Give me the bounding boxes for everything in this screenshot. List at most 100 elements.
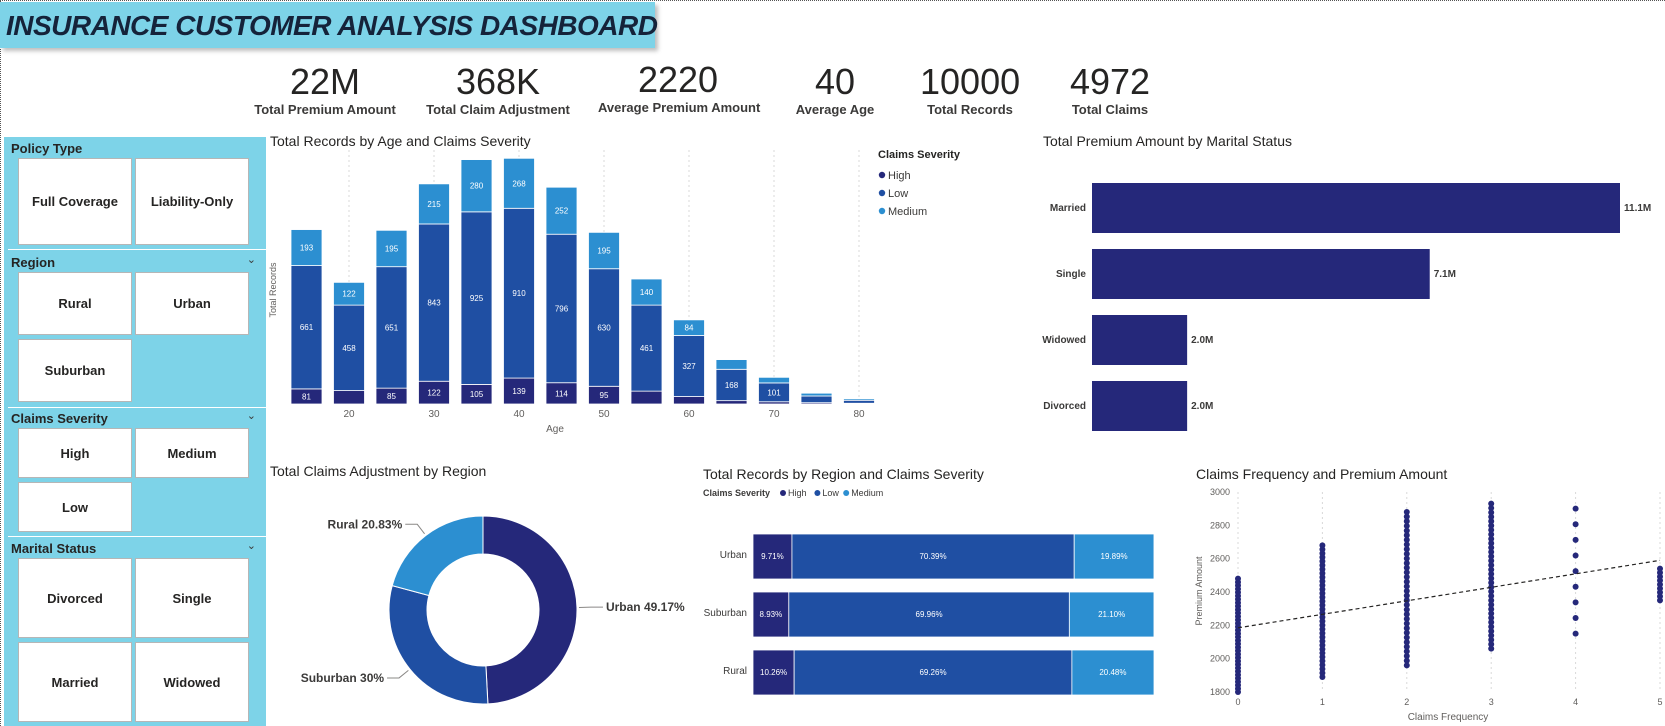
data-label: 85 bbox=[387, 392, 396, 401]
data-label: 19.89% bbox=[1101, 552, 1128, 561]
filter-panel: Policy Type Full Coverage Liability-Only… bbox=[4, 137, 266, 726]
slice-label: Urban 49.17% bbox=[606, 600, 685, 614]
chart-title-claims-adj-region: Total Claims Adjustment by Region bbox=[270, 463, 487, 479]
scatter-point bbox=[1572, 521, 1579, 528]
data-label: 168 bbox=[725, 381, 739, 390]
category-label: Widowed bbox=[1042, 335, 1086, 346]
legend-item: Low bbox=[822, 488, 839, 498]
kpi-label: Average Age bbox=[795, 102, 875, 117]
slicer-option-divorced[interactable]: Divorced bbox=[18, 558, 132, 638]
slicer-option-urban[interactable]: Urban bbox=[135, 272, 249, 335]
kpi-value: 40 bbox=[814, 61, 856, 102]
kpi-label: Total Claim Adjustment bbox=[426, 102, 570, 117]
data-label: 114 bbox=[555, 389, 568, 398]
scatter-point bbox=[1235, 575, 1241, 582]
kpi-value: 368K bbox=[455, 61, 541, 102]
dashboard-title: INSURANCE CUSTOMER ANALYSIS DASHBOARD bbox=[6, 10, 658, 41]
legend-marker bbox=[843, 490, 850, 496]
data-label: 122 bbox=[427, 389, 441, 398]
data-label: 70.39% bbox=[919, 552, 946, 561]
category-label: Suburban bbox=[704, 608, 747, 619]
scatter-point bbox=[1319, 542, 1326, 549]
kpi-total-premium: 22M Total Premium Amount bbox=[250, 60, 400, 117]
x-tick-label: 30 bbox=[428, 409, 440, 420]
chart-title-age-severity: Total Records by Age and Claims Severity bbox=[270, 133, 531, 149]
donut-slice bbox=[388, 585, 489, 705]
data-label: 21.10% bbox=[1098, 610, 1125, 619]
x-tick-label: 2 bbox=[1404, 697, 1409, 707]
legend-marker bbox=[780, 490, 786, 496]
freq-premium-scatter: 1800 2000 2200 2400 2600 2800 3000 0 1 2 3 4 5 Claims… bbox=[1194, 487, 1663, 723]
data-label: 101 bbox=[767, 388, 781, 397]
chevron-down-icon[interactable]: ⌄ bbox=[247, 253, 256, 266]
y-tick-label: 2600 bbox=[1210, 554, 1230, 564]
kpi-value: 2220 bbox=[637, 59, 719, 100]
donut-slice bbox=[391, 515, 484, 597]
claims-adj-region-donut: Urban 49.17% Suburban 30% Rural 20.83% bbox=[301, 515, 685, 705]
data-label: 95 bbox=[600, 391, 609, 400]
slicer-option-low[interactable]: Low bbox=[18, 482, 132, 532]
data-label: 651 bbox=[385, 323, 399, 332]
slice-label: Suburban 30% bbox=[301, 671, 385, 685]
slicer-option-suburban[interactable]: Suburban bbox=[18, 339, 132, 402]
bar-segment bbox=[715, 400, 748, 405]
slicer-option-high[interactable]: High bbox=[18, 428, 132, 478]
title-banner: INSURANCE CUSTOMER ANALYSIS DASHBOARD bbox=[0, 2, 658, 48]
y-tick-label: 2200 bbox=[1210, 620, 1230, 630]
slice-label: Rural 20.83% bbox=[328, 517, 403, 531]
data-label: 9.71% bbox=[761, 552, 784, 561]
x-tick-label: 60 bbox=[683, 409, 695, 420]
data-label: 195 bbox=[385, 244, 399, 253]
data-label: 8.93% bbox=[760, 610, 783, 619]
bar-segment bbox=[843, 399, 875, 404]
data-label: 69.96% bbox=[916, 610, 943, 619]
scatter-point bbox=[1572, 599, 1579, 606]
slicer-option-full-coverage[interactable]: Full Coverage bbox=[18, 158, 132, 245]
bar bbox=[1092, 249, 1430, 299]
slicer-divider bbox=[8, 536, 266, 537]
y-axis-label: Premium Amount bbox=[1194, 556, 1204, 626]
legend-item: Medium bbox=[888, 206, 927, 218]
kpi-total-claims: 4972 Total Claims bbox=[1064, 60, 1156, 117]
category-label: Urban bbox=[720, 550, 747, 561]
y-tick-label: 2000 bbox=[1210, 654, 1230, 664]
legend-marker bbox=[878, 207, 886, 215]
slicer-option-medium[interactable]: Medium bbox=[135, 428, 249, 478]
data-label: 630 bbox=[597, 324, 611, 333]
x-tick-label: 1 bbox=[1320, 697, 1325, 707]
chevron-down-icon[interactable]: ⌄ bbox=[247, 409, 256, 422]
chart-title-region-severity: Total Records by Region and Claims Sever… bbox=[703, 466, 984, 482]
slicer-option-rural[interactable]: Rural bbox=[18, 272, 132, 335]
chevron-down-icon[interactable]: ⌄ bbox=[247, 539, 256, 552]
slicer-option-widowed[interactable]: Widowed bbox=[135, 642, 249, 722]
slicer-option-single[interactable]: Single bbox=[135, 558, 249, 638]
scatter-point bbox=[1572, 630, 1579, 637]
data-label: 2.0M bbox=[1191, 335, 1213, 346]
slicer-divider bbox=[8, 407, 266, 408]
bar-segment bbox=[843, 398, 875, 401]
kpi-label: Average Premium Amount bbox=[598, 100, 761, 115]
legend-item: Low bbox=[888, 188, 908, 200]
kpi-value: 22M bbox=[289, 61, 361, 102]
kpi-average-premium: 2220 Average Premium Amount bbox=[598, 58, 761, 115]
donut-slice bbox=[482, 515, 578, 705]
x-tick-label: 80 bbox=[853, 409, 865, 420]
slicer-option-liability-only[interactable]: Liability-Only bbox=[135, 158, 249, 245]
x-axis-label: Claims Frequency bbox=[1408, 712, 1489, 723]
slicer-header-claims-severity: Claims Severity bbox=[11, 411, 108, 426]
legend-title: Claims Severity bbox=[703, 488, 770, 498]
x-tick-label: 40 bbox=[513, 409, 525, 420]
chart-title-freq-premium: Claims Frequency and Premium Amount bbox=[1196, 466, 1448, 482]
data-label: 661 bbox=[300, 323, 314, 332]
y-axis-label: Total Records bbox=[268, 262, 278, 318]
scatter-point bbox=[1657, 565, 1663, 572]
y-tick-label: 2800 bbox=[1210, 520, 1230, 530]
bar bbox=[1092, 183, 1620, 233]
bar-segment bbox=[673, 396, 705, 405]
kpi-label: Total Records bbox=[927, 102, 1013, 117]
slicer-option-married[interactable]: Married bbox=[18, 642, 132, 722]
x-tick-label: 4 bbox=[1573, 697, 1578, 707]
y-tick-label: 2400 bbox=[1210, 587, 1230, 597]
bar-segment bbox=[800, 392, 833, 397]
data-label: 10.26% bbox=[760, 668, 787, 677]
